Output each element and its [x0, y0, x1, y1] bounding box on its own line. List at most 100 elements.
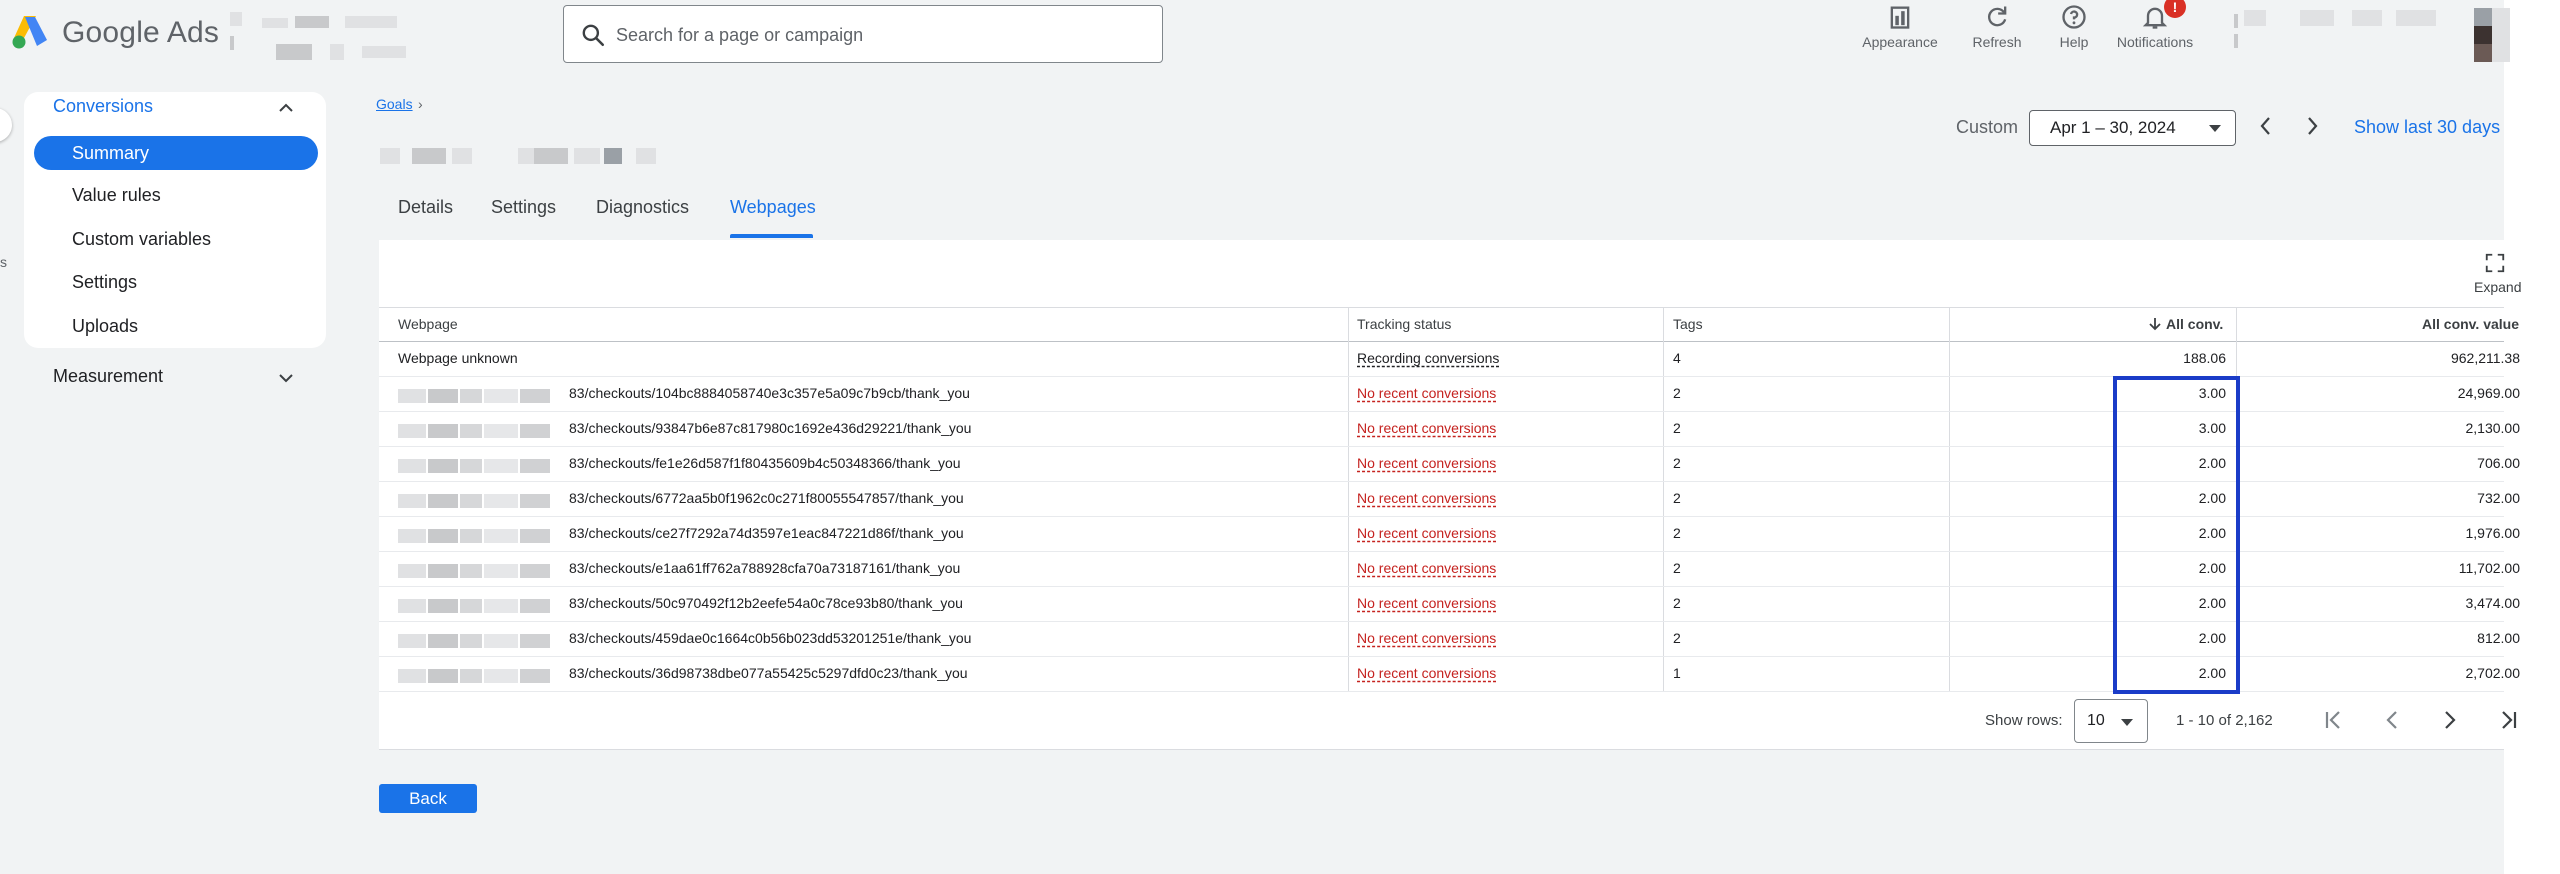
show-last-30-days-link[interactable]: Show last 30 days: [2354, 117, 2500, 138]
search-icon: [582, 24, 605, 47]
notifications-label: Notifications: [2116, 34, 2194, 50]
cell-tracking-status[interactable]: No recent conversions: [1357, 525, 1496, 541]
webpage-domain-redacted: [398, 599, 554, 613]
expand-icon[interactable]: [2484, 252, 2506, 274]
rows-per-page-select[interactable]: 10: [2074, 699, 2148, 743]
column-header-tags[interactable]: Tags: [1673, 316, 1703, 332]
cell-webpage: 83/checkouts/6772aa5b0f1962c0c271f800555…: [569, 490, 964, 506]
cell-all-conv-value: 1,976.00: [2465, 525, 2521, 541]
webpage-domain-redacted: [398, 424, 554, 438]
app-name: Google Ads: [62, 16, 220, 49]
cell-tags: 4: [1673, 350, 1681, 366]
cell-all-conv: 188.06: [2183, 350, 2226, 366]
tab-details[interactable]: Details: [398, 197, 453, 218]
breadcrumb-goals[interactable]: Goals: [376, 96, 413, 112]
cell-all-conv-value: 962,211.38: [2450, 350, 2520, 366]
column-header-all-conv-value[interactable]: All conv. value: [2422, 316, 2519, 332]
refresh-button[interactable]: Refresh: [1962, 2, 2032, 62]
date-range-type: Custom: [1956, 117, 2019, 137]
sidebar-item-label: Summary: [72, 143, 150, 163]
truncated-nav-letter: s: [0, 254, 7, 270]
chevron-right-icon[interactable]: [2300, 112, 2324, 140]
last-page-icon[interactable]: [2492, 704, 2524, 736]
webpage-domain-redacted: [398, 459, 554, 473]
cell-tracking-status[interactable]: No recent conversions: [1357, 420, 1496, 436]
date-range-select[interactable]: Apr 1 – 30, 2024: [2029, 110, 2236, 146]
sidebar-item-settings[interactable]: Settings: [34, 265, 318, 299]
cell-tracking-status[interactable]: Recording conversions: [1357, 350, 1499, 366]
all-conv-highlight-box: [2113, 376, 2240, 694]
tab-webpages[interactable]: Webpages: [730, 197, 816, 218]
next-page-icon[interactable]: [2434, 704, 2466, 736]
cell-all-conv-value: 11,702.00: [2458, 560, 2520, 576]
sidebar-item-label: Custom variables: [72, 229, 212, 249]
table-row[interactable]: Webpage unknown Recording conversions 4 188…: [379, 342, 2520, 377]
cell-all-conv-value: 2,702.00: [2465, 665, 2521, 681]
right-gutter: [2504, 0, 2560, 874]
cell-tracking-status[interactable]: No recent conversions: [1357, 665, 1496, 681]
search-input[interactable]: [616, 20, 1136, 50]
sidebar-section-conversions[interactable]: Conversions: [53, 96, 153, 117]
cell-webpage: 83/checkouts/459dae0c1664c0b56b023dd5320…: [569, 630, 972, 646]
appearance-button[interactable]: Appearance: [1855, 2, 1945, 62]
caret-down-icon: [2209, 125, 2221, 132]
webpage-domain-redacted: [398, 389, 554, 403]
expand-label[interactable]: Expand: [2474, 279, 2521, 295]
cell-tracking-status[interactable]: No recent conversions: [1357, 595, 1496, 611]
header-top-divider: [379, 307, 2504, 308]
google-ads-logo-icon[interactable]: [10, 14, 50, 50]
sidebar-item-summary[interactable]: Summary: [34, 136, 318, 170]
prev-page-icon[interactable]: [2376, 704, 2408, 736]
refresh-icon: [1988, 6, 2007, 27]
cell-tracking-status[interactable]: No recent conversions: [1357, 560, 1496, 576]
cell-webpage: 83/checkouts/50c970492f12b2eefe54a0c78ce…: [569, 595, 963, 611]
sidebar-section-measurement[interactable]: Measurement: [53, 366, 163, 387]
cell-tracking-status[interactable]: No recent conversions: [1357, 385, 1496, 401]
sidebar-item-label: Uploads: [72, 316, 139, 336]
sidebar-item-uploads[interactable]: Uploads: [34, 309, 318, 343]
cell-all-conv-value: 812.00: [2477, 630, 2520, 646]
cell-tags: 2: [1673, 560, 1681, 576]
cell-tags: 1: [1673, 665, 1681, 681]
cell-webpage: Webpage unknown: [398, 350, 518, 366]
cell-tags: 2: [1673, 455, 1681, 471]
sidebar-item-label: Settings: [72, 272, 138, 292]
cell-tags: 2: [1673, 385, 1681, 401]
notifications-button[interactable]: ! Notifications: [2110, 0, 2200, 62]
cell-all-conv-value: 732.00: [2477, 490, 2520, 506]
cell-all-conv-value: 3,474.00: [2465, 595, 2521, 611]
column-header-tracking-status[interactable]: Tracking status: [1357, 316, 1451, 332]
tab-diagnostics[interactable]: Diagnostics: [596, 197, 689, 218]
chevron-up-icon[interactable]: [274, 96, 298, 120]
tab-settings[interactable]: Settings: [491, 197, 556, 218]
cell-webpage: 83/checkouts/e1aa61ff762a788928cfa70a731…: [569, 560, 961, 576]
top-bar: Google Ads Appearance Refresh: [0, 0, 2510, 68]
webpage-domain-redacted: [398, 529, 554, 543]
search-box[interactable]: [563, 5, 1163, 63]
sidebar-item-custom-variables[interactable]: Custom variables: [34, 222, 318, 256]
cell-webpage: 83/checkouts/ce27f7292a74d3597e1eac84722…: [569, 525, 964, 541]
cell-tracking-status[interactable]: No recent conversions: [1357, 455, 1496, 471]
appearance-label: Appearance: [1862, 34, 1938, 50]
show-rows-label: Show rows:: [1985, 712, 2063, 729]
notification-badge: !: [2164, 0, 2186, 18]
cell-all-conv-value: 706.00: [2477, 455, 2520, 471]
rows-per-page-value: 10: [2087, 712, 2105, 729]
cell-webpage: 83/checkouts/fe1e26d587f1f80435609b4c503…: [569, 455, 961, 471]
column-header-webpage[interactable]: Webpage: [398, 316, 458, 332]
sidebar-item-value-rules[interactable]: Value rules: [34, 178, 318, 212]
cell-tracking-status[interactable]: No recent conversions: [1357, 630, 1496, 646]
back-button[interactable]: Back: [379, 784, 477, 813]
help-label: Help: [2059, 34, 2089, 50]
cell-tags: 2: [1673, 490, 1681, 506]
pagination-range: 1 - 10 of 2,162: [2176, 712, 2273, 729]
cell-tags: 2: [1673, 630, 1681, 646]
chevron-down-icon[interactable]: [274, 366, 298, 390]
column-header-all-conv[interactable]: All conv.: [2148, 316, 2223, 332]
caret-down-icon: [2121, 719, 2133, 726]
help-button[interactable]: Help: [2052, 2, 2096, 62]
active-tab-indicator: [730, 234, 813, 238]
first-page-icon[interactable]: [2318, 704, 2350, 736]
cell-tracking-status[interactable]: No recent conversions: [1357, 490, 1496, 506]
chevron-left-icon[interactable]: [2254, 112, 2278, 140]
